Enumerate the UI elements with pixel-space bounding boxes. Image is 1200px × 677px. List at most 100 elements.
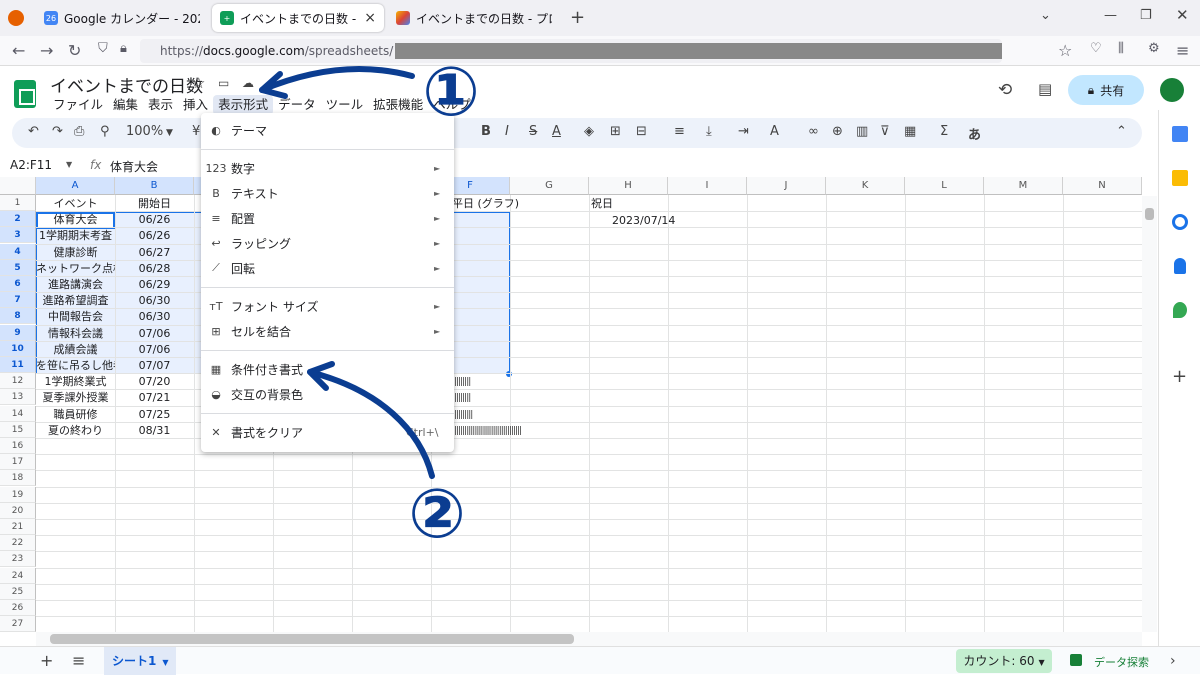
row-header[interactable]: 10 [0, 340, 36, 357]
vertical-scrollbar[interactable] [1142, 196, 1157, 632]
italic-icon[interactable]: I [505, 124, 509, 139]
col-header-h[interactable]: H [589, 177, 668, 195]
reload-icon[interactable]: ↻ [68, 41, 81, 60]
row-header[interactable]: 21 [0, 519, 36, 535]
menu-item-align[interactable]: ≡ 配置 ► [201, 206, 454, 230]
col-header-b[interactable]: B [115, 177, 194, 195]
menu-item-bold[interactable]: B テキスト ► [201, 181, 454, 205]
close-tab-icon[interactable]: × [364, 10, 376, 26]
rotate-icon[interactable]: A [770, 124, 779, 139]
name-box-chevron-icon[interactable]: ▼ [66, 160, 72, 169]
date-cell[interactable]: 06/27 [115, 245, 194, 261]
event-cell[interactable]: 情報科会議 [36, 326, 115, 342]
row-header[interactable]: 20 [0, 502, 36, 519]
row-header[interactable]: 27 [0, 616, 36, 633]
event-cell[interactable]: 進路希望調査 [36, 293, 115, 309]
strikethrough-icon[interactable]: S [529, 124, 537, 139]
col-header-g[interactable]: G [510, 177, 589, 195]
date-cell[interactable]: 07/20 [115, 374, 194, 390]
event-cell[interactable]: 夏の終わり [36, 423, 115, 439]
filter-icon[interactable]: ⊽ [880, 124, 890, 139]
shield-icon[interactable]: ⛉ [98, 41, 108, 56]
row-header[interactable]: 12 [0, 373, 36, 390]
row-header[interactable]: 16 [0, 438, 36, 454]
bookmark-star-icon[interactable]: ☆ [1058, 41, 1072, 60]
filter-views-icon[interactable]: ▦ [904, 124, 916, 139]
firefox-icon[interactable] [8, 10, 24, 26]
event-cell[interactable]: 1学期終業式 [36, 374, 115, 390]
menu-item-merge[interactable]: ⊞ セルを結合 ► [201, 319, 454, 343]
menu-insert[interactable]: 挿入 [178, 95, 213, 115]
tab-spreadsheet[interactable]: + イベントまでの日数 - Google スプレ × [212, 4, 384, 32]
link-icon[interactable]: ∞ [808, 124, 819, 139]
date-cell[interactable]: 07/25 [115, 407, 194, 423]
date-cell[interactable]: 07/21 [115, 390, 194, 406]
share-button[interactable]: 🔒︎ 共有 [1068, 75, 1144, 105]
wrap-icon[interactable]: ⇥ [738, 124, 749, 139]
lock-icon[interactable]: 🔒︎ [120, 41, 127, 56]
event-cell[interactable]: を笹に吊るし他者 [36, 358, 115, 374]
chart-icon[interactable]: ▥ [856, 124, 868, 139]
col-header-k[interactable]: K [826, 177, 905, 195]
tab-list-chevron-icon[interactable]: ⌄ [1040, 8, 1051, 23]
row-header[interactable]: 17 [0, 454, 36, 471]
date-cell[interactable]: 06/29 [115, 277, 194, 293]
menu-icon[interactable]: ≡ [1176, 41, 1189, 60]
col-header-n[interactable]: N [1063, 177, 1142, 195]
date-cell[interactable]: 06/26 [115, 212, 194, 228]
add-sheet-button[interactable]: + [40, 651, 53, 670]
move-folder-icon[interactable]: ▭ [218, 76, 229, 90]
extensions-icon[interactable]: ⚙ [1148, 41, 1160, 56]
undo-icon[interactable]: ↶ [28, 124, 39, 139]
menu-data[interactable]: データ [273, 95, 321, 115]
collapse-toolbar-icon[interactable]: ⌃ [1116, 124, 1127, 139]
zoom-chevron-icon[interactable]: ▼ [166, 128, 173, 138]
event-cell[interactable]: 健康診断 [36, 245, 115, 261]
date-cell[interactable]: 07/06 [115, 342, 194, 358]
maps-icon[interactable] [1173, 302, 1187, 318]
text-color-icon[interactable]: A [552, 124, 561, 139]
event-cell[interactable]: 1学期期末考査 [36, 228, 115, 244]
row-header[interactable]: 24 [0, 567, 36, 584]
event-cell[interactable]: ネットワーク点検 [36, 261, 115, 277]
event-cell[interactable]: 職員研修 [36, 407, 115, 423]
fill-color-icon[interactable]: ◈ [584, 124, 594, 139]
address-bar[interactable]: https://docs.google.com/spreadsheets/ [140, 39, 1002, 63]
menu-item-font-size[interactable]: тT フォント サイズ ► [201, 294, 454, 318]
calendar-icon[interactable] [1172, 126, 1188, 142]
cell-h1[interactable]: 祝日 [591, 196, 670, 212]
row-header[interactable]: 4 [0, 243, 36, 260]
row-header[interactable]: 25 [0, 583, 36, 600]
sparkline-bar-cell[interactable]: |||||||| [454, 374, 564, 390]
input-tools-icon[interactable]: あ [968, 124, 981, 143]
col-header-j[interactable]: J [747, 177, 826, 195]
document-title[interactable]: イベントまでの日数 [50, 72, 203, 97]
scroll-thumb[interactable] [1145, 208, 1154, 220]
all-sheets-icon[interactable]: ≡ [72, 651, 85, 670]
menu-item-conditional-format[interactable]: ▦ 条件付き書式 [201, 357, 454, 381]
back-icon[interactable]: ← [12, 41, 25, 60]
menu-file[interactable]: ファイル [48, 95, 108, 115]
menu-edit[interactable]: 編集 [108, 95, 143, 115]
explore-label[interactable]: データ探索 [1094, 654, 1149, 670]
col-header-l[interactable]: L [905, 177, 984, 195]
paint-format-icon[interactable]: ⚲ [100, 124, 110, 139]
event-cell[interactable]: 進路講演会 [36, 277, 115, 293]
avatar[interactable] [1160, 78, 1184, 102]
expand-panel-icon[interactable]: › [1170, 653, 1176, 669]
menu-item-alternating-colors[interactable]: ◒ 交互の背景色 [201, 382, 454, 406]
menu-view[interactable]: 表示 [143, 95, 178, 115]
restore-icon[interactable]: ❐ [1140, 8, 1152, 23]
row-header[interactable]: 9 [0, 324, 36, 341]
event-cell[interactable]: 中間報告会 [36, 309, 115, 325]
date-cell[interactable]: 07/06 [115, 326, 194, 342]
row-header[interactable]: 26 [0, 600, 36, 616]
zoom-select[interactable]: 100% [126, 124, 163, 139]
sparkline-bar-cell[interactable]: ||||||||| [454, 407, 564, 423]
col-header-a[interactable]: A [36, 177, 115, 195]
cloud-status-icon[interactable]: ☁ [242, 76, 254, 90]
row-header[interactable]: 19 [0, 486, 36, 503]
event-cell[interactable]: 夏季課外授業 [36, 390, 115, 406]
menu-tools[interactable]: ツール [321, 95, 369, 115]
valign-icon[interactable]: ⤓ [706, 124, 712, 139]
